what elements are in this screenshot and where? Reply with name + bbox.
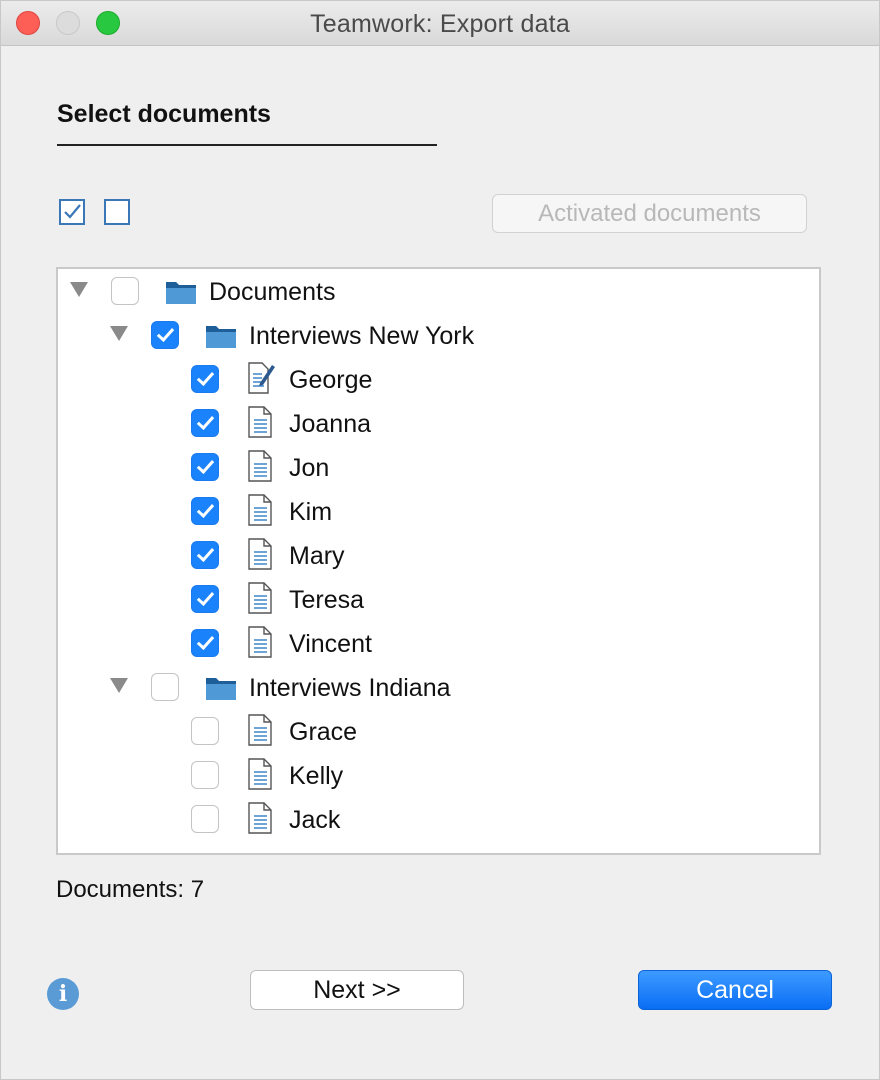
tree-item-label: Kelly: [289, 762, 344, 790]
document-tree[interactable]: Documents Interviews New York George Joanna…: [56, 267, 821, 855]
tree-item-checkbox[interactable]: [191, 365, 219, 393]
tree-item-label: Interviews New York: [249, 322, 475, 350]
tree-item-label: Mary: [289, 542, 345, 570]
tree-item-checkbox[interactable]: [191, 409, 219, 437]
tree-item-label: Interviews Indiana: [249, 674, 451, 702]
title-bar: Teamwork: Export data: [1, 1, 879, 46]
tree-item-label: Jack: [289, 806, 341, 834]
document-icon: [246, 537, 274, 576]
tree-item-label: Grace: [289, 718, 358, 746]
tree-item-checkbox[interactable]: [191, 541, 219, 569]
tree-item-checkbox[interactable]: [191, 805, 219, 833]
disclosure-triangle-icon[interactable]: [110, 326, 128, 341]
export-dialog: Teamwork: Export data Select documents A…: [0, 0, 880, 1080]
tree-item-checkbox[interactable]: [151, 673, 179, 701]
tree-document-row[interactable]: Mary: [58, 533, 819, 577]
tree-document-row[interactable]: George: [58, 357, 819, 401]
tree-document-row[interactable]: Joanna: [58, 401, 819, 445]
folder-icon: [205, 320, 237, 355]
folder-icon: [205, 672, 237, 707]
tree-item-label: Teresa: [289, 586, 365, 614]
tree-item-label: Joanna: [289, 410, 372, 438]
section-divider: [57, 144, 437, 146]
tree-item-checkbox[interactable]: [191, 629, 219, 657]
tree-item-label: Vincent: [289, 630, 372, 658]
document-icon: [246, 625, 274, 664]
tree-document-row[interactable]: Kim: [58, 489, 819, 533]
deselect-all-checkbox[interactable]: [104, 199, 130, 225]
document-icon: [246, 581, 274, 620]
tree-item-checkbox[interactable]: [111, 277, 139, 305]
tree-folder-row[interactable]: Documents: [58, 269, 819, 313]
tree-item-label: Kim: [289, 498, 333, 526]
window-title: Teamwork: Export data: [310, 10, 570, 38]
tree-document-row[interactable]: Grace: [58, 709, 819, 753]
info-icon[interactable]: i: [47, 978, 79, 1010]
checkmark-icon: [64, 204, 81, 219]
disclosure-triangle-icon[interactable]: [110, 678, 128, 693]
section-title: Select documents: [57, 100, 271, 128]
tree-item-checkbox[interactable]: [191, 453, 219, 481]
tree-item-label: Jon: [289, 454, 330, 482]
tree-item-checkbox[interactable]: [151, 321, 179, 349]
tree-folder-row[interactable]: Interviews New York: [58, 313, 819, 357]
document-icon: [246, 449, 274, 488]
documents-count: Documents: 7: [56, 876, 205, 903]
select-all-checkbox[interactable]: [59, 199, 85, 225]
tree-document-row[interactable]: Kelly: [58, 753, 819, 797]
document-icon: [246, 713, 274, 752]
tree-folder-row[interactable]: Interviews Indiana: [58, 665, 819, 709]
tree-document-row[interactable]: Jon: [58, 445, 819, 489]
folder-icon: [165, 276, 197, 311]
tree-item-checkbox[interactable]: [191, 761, 219, 789]
tree-document-row[interactable]: Vincent: [58, 621, 819, 665]
cancel-button[interactable]: Cancel: [638, 970, 832, 1010]
tree-item-label: George: [289, 366, 373, 394]
tree-item-label: Documents: [209, 278, 336, 306]
disclosure-triangle-icon[interactable]: [70, 282, 88, 297]
activated-documents-button[interactable]: Activated documents: [492, 194, 807, 233]
tree-document-row[interactable]: Jack: [58, 797, 819, 841]
tree-item-checkbox[interactable]: [191, 717, 219, 745]
document-icon: [246, 801, 274, 840]
tree-item-checkbox[interactable]: [191, 585, 219, 613]
document-icon: [246, 757, 274, 796]
tree-item-checkbox[interactable]: [191, 497, 219, 525]
document-icon: [246, 493, 274, 532]
tree-document-row[interactable]: Teresa: [58, 577, 819, 621]
document-memo-icon: [246, 361, 276, 400]
document-icon: [246, 405, 274, 444]
next-button[interactable]: Next >>: [250, 970, 464, 1010]
